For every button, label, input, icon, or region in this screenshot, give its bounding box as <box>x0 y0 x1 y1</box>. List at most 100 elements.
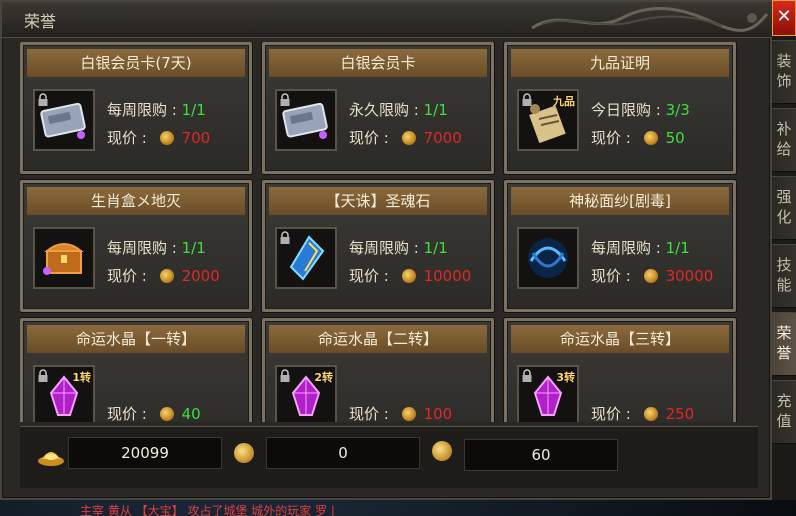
dragon-ornament-icon <box>531 6 769 32</box>
item-slot[interactable]: 1转 <box>33 365 95 422</box>
item-slot[interactable] <box>275 89 337 151</box>
item-body: 九品 今日限购 : 3/3 现价 : 50 <box>511 79 729 167</box>
price-label: 现价 : <box>107 267 152 285</box>
limit-label: 永久限购 : <box>349 101 424 119</box>
item-price: 现价 : 7000 <box>349 127 462 148</box>
price-label: 现价 : <box>591 129 636 147</box>
side-tab[interactable]: 强化 <box>772 176 796 240</box>
shop-item-card[interactable]: 白银会员卡(7天) 每周限购 : 1/1 现价 : 700 <box>20 42 252 174</box>
coin-balance: 0 <box>266 437 420 469</box>
item-price: 现价 : 40 <box>107 403 201 422</box>
item-slot[interactable] <box>33 227 95 289</box>
price-label: 现价 : <box>107 405 152 422</box>
price-label: 现价 : <box>349 267 394 285</box>
price-label: 现价 : <box>349 405 394 422</box>
item-price: 现价 : 30000 <box>591 265 713 286</box>
honor-shop-panel: 荣誉 白银会员卡(7天) 每周限购 : 1/1 现价 : 700 白银会员卡 永久限购 … <box>0 0 774 500</box>
honor-balance: 60 <box>464 439 618 471</box>
purchase-limit: 每周限购 : 1/1 <box>107 99 206 120</box>
item-body: 每周限购 : 1/1 现价 : 10000 <box>269 217 487 305</box>
purchase-limit: 每周限购 : 1/1 <box>591 237 690 258</box>
coin-icon <box>401 131 416 145</box>
shop-item-card[interactable]: 白银会员卡 永久限购 : 1/1 现价 : 7000 <box>262 42 494 174</box>
limit-value: 1/1 <box>423 239 448 257</box>
item-price: 现价 : 100 <box>349 403 452 422</box>
item-price: 现价 : 2000 <box>107 265 220 286</box>
item-badge: 1转 <box>72 371 91 384</box>
item-name: 命运水晶【三转】 <box>511 325 729 353</box>
mystic-veil-icon <box>528 238 568 278</box>
price-value: 30000 <box>665 267 714 285</box>
price-value: 7000 <box>423 129 462 147</box>
shop-item-card[interactable]: 【天诛】圣魂石每周限购 : 1/1 现价 : 10000 <box>262 180 494 312</box>
side-tab[interactable]: 装饰 <box>772 40 796 104</box>
coin-icon <box>401 269 416 283</box>
item-badge: 3转 <box>556 371 575 384</box>
lock-icon <box>38 369 48 382</box>
coin-icon <box>159 131 174 145</box>
item-name: 【天诛】圣魂石 <box>269 187 487 215</box>
side-tab[interactable]: 技能 <box>772 244 796 308</box>
price-label: 现价 : <box>107 129 152 147</box>
price-value: 100 <box>423 405 453 422</box>
side-tab-bar: 装饰补给强化技能荣誉充值 <box>772 36 796 500</box>
title-bar[interactable]: 荣誉 <box>2 2 774 38</box>
purchase-limit: 每周限购 : 1/1 <box>349 237 448 258</box>
purchase-limit: 每周限购 : 1/1 <box>107 237 206 258</box>
item-body: 每周限购 : 1/1 现价 : 2000 <box>27 217 245 305</box>
close-button[interactable]: ✕ <box>772 0 796 36</box>
item-price: 现价 : 50 <box>591 127 685 148</box>
price-label: 现价 : <box>591 267 636 285</box>
item-body: 每周限购 : 1/1 现价 : 700 <box>27 79 245 167</box>
coin-icon <box>159 407 174 421</box>
lock-icon <box>38 93 48 106</box>
item-slot[interactable]: 九品 <box>517 89 579 151</box>
limit-label: 每周限购 : <box>349 239 424 257</box>
price-value: 10000 <box>423 267 472 285</box>
side-tab[interactable]: 充值 <box>772 380 796 444</box>
item-price: 现价 : 700 <box>107 127 210 148</box>
item-body: 每周限购 : 1/1 现价 : 30000 <box>511 217 729 305</box>
limit-value: 1/1 <box>181 101 206 119</box>
item-name: 白银会员卡 <box>269 49 487 77</box>
coin-icon <box>159 269 174 283</box>
coin-icon <box>643 269 658 283</box>
price-label: 现价 : <box>591 405 636 422</box>
item-name: 神秘面纱[剧毒] <box>511 187 729 215</box>
item-badge: 九品 <box>553 95 575 108</box>
item-slot[interactable] <box>517 227 579 289</box>
coin-icon <box>401 407 416 421</box>
lock-icon <box>522 369 532 382</box>
shop-item-card[interactable]: 生肖盒メ地灭每周限购 : 1/1 现价 : 2000 <box>20 180 252 312</box>
item-body: 永久限购 : 1/1 现价 : 7000 <box>269 79 487 167</box>
item-slot[interactable] <box>275 227 337 289</box>
item-grid[interactable]: 白银会员卡(7天) 每周限购 : 1/1 现价 : 700 白银会员卡 永久限购 : 1… <box>20 42 758 422</box>
shop-item-card[interactable]: 九品证明 九品 今日限购 : 3/3 现价 : 50 <box>504 42 736 174</box>
item-slot[interactable]: 2转 <box>275 365 337 422</box>
item-name: 命运水晶【一转】 <box>27 325 245 353</box>
item-name: 白银会员卡(7天) <box>27 49 245 77</box>
ingot-balance: 20099 <box>68 437 222 469</box>
item-name: 命运水晶【二转】 <box>269 325 487 353</box>
price-value: 40 <box>181 405 201 422</box>
shop-item-card[interactable]: 命运水晶【二转】 2转 现价 : 100 <box>262 318 494 422</box>
limit-value: 1/1 <box>181 239 206 257</box>
treasure-chest-icon <box>43 243 84 275</box>
item-name: 生肖盒メ地灭 <box>27 187 245 215</box>
side-tab[interactable]: 补给 <box>772 108 796 172</box>
item-price: 现价 : 250 <box>591 403 694 422</box>
item-body: 3转现价 : 250 <box>511 355 729 422</box>
coin-icon <box>643 131 658 145</box>
gold-coin-icon <box>234 443 254 463</box>
price-value: 50 <box>665 129 685 147</box>
price-label: 现价 : <box>349 129 394 147</box>
shop-item-card[interactable]: 命运水晶【一转】 1转现价 : 40 <box>20 318 252 422</box>
currency-bar: 20099 0 60 <box>20 426 758 488</box>
item-slot[interactable]: 3转 <box>517 365 579 422</box>
shop-item-card[interactable]: 命运水晶【三转】 3转 现价 : 250 <box>504 318 736 422</box>
window-title: 荣誉 <box>24 12 57 31</box>
item-slot[interactable] <box>33 89 95 151</box>
limit-label: 每周限购 : <box>591 239 666 257</box>
side-tab[interactable]: 荣誉 <box>772 312 796 376</box>
shop-item-card[interactable]: 神秘面纱[剧毒] 每周限购 : 1/1 现价 : 30000 <box>504 180 736 312</box>
